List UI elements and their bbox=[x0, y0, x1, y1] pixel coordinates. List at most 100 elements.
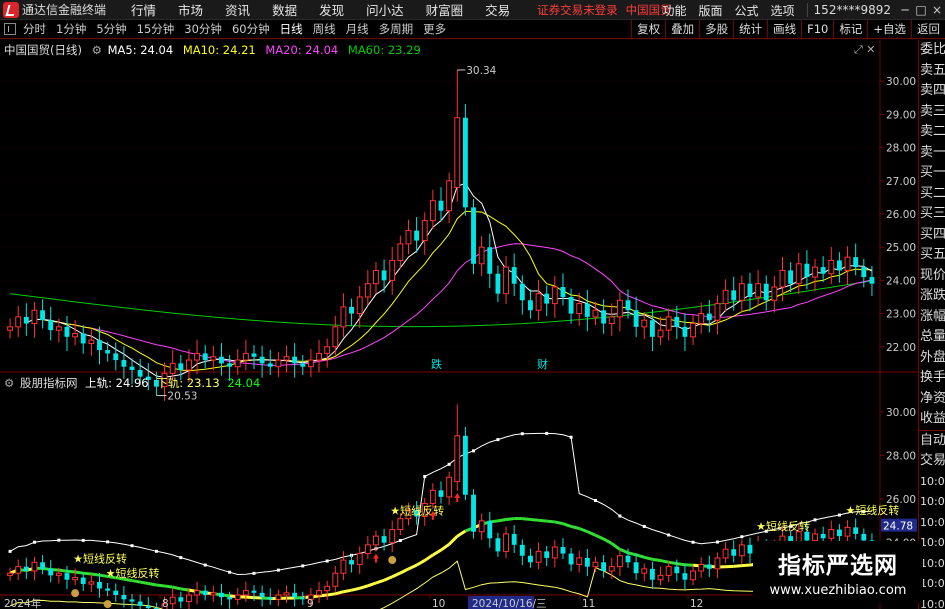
upper-band-dot bbox=[593, 498, 597, 502]
tool-button-6[interactable]: 标记 bbox=[833, 20, 867, 39]
tool-button-4[interactable]: 画线 bbox=[767, 20, 801, 39]
main-candle bbox=[535, 293, 542, 311]
mid-band-segment bbox=[148, 582, 157, 587]
upper-band-dot bbox=[740, 535, 744, 539]
ind-candle bbox=[568, 553, 574, 565]
main-candle bbox=[641, 319, 648, 328]
trade-item-2: 10:04 bbox=[920, 474, 945, 488]
upper-band-dot bbox=[520, 432, 524, 436]
ind-candle bbox=[551, 546, 558, 559]
menu-data[interactable]: 数据 bbox=[261, 0, 308, 19]
period-tab-7[interactable]: 周线 bbox=[308, 22, 341, 36]
mid-band-segment bbox=[586, 530, 597, 537]
tool-button-3[interactable]: 统计 bbox=[733, 20, 767, 39]
upper-band-dot bbox=[618, 514, 622, 518]
mid-band-segment bbox=[383, 575, 393, 582]
main-candle bbox=[446, 180, 453, 212]
quote-item-5: 卖一 bbox=[920, 144, 945, 160]
minimize-icon[interactable]: ─ bbox=[897, 3, 913, 17]
menu-wealth[interactable]: 财富圈 bbox=[415, 0, 475, 19]
user-account[interactable]: 152****9892 bbox=[814, 3, 891, 17]
chart-area[interactable]: 30.00 29.00 28.00 27.00 26.00 25.00 24.00 23.00… bbox=[0, 40, 918, 609]
kline-svg[interactable]: 30.00 29.00 28.00 27.00 26.00 25.00 24.00 23.00… bbox=[0, 40, 918, 609]
main-candle bbox=[608, 316, 615, 325]
chart-tools: 复权 叠加 多股 统计 画线 F10 标记 +自选 返回 bbox=[631, 20, 945, 39]
period-tab-9[interactable]: 多周期 bbox=[374, 22, 419, 36]
maximize-icon[interactable]: □ bbox=[913, 3, 929, 17]
ind-candle bbox=[373, 535, 379, 546]
upper-band-label: 上轨: 24.96 bbox=[85, 376, 149, 390]
ind-candle bbox=[292, 592, 298, 598]
period-tab-2[interactable]: 5分钟 bbox=[91, 22, 131, 36]
panel-controls[interactable]: ⤢ ✕ bbox=[854, 43, 876, 57]
period-toolbar: 分时 1分钟 5分钟 15分钟 30分钟 60分钟 日线 周线 月线 多周期 更多 复权 叠加 多股 统计… bbox=[0, 20, 945, 39]
ind-candle bbox=[259, 592, 265, 598]
mid-band-segment bbox=[131, 579, 141, 584]
indicator-gear-icon[interactable]: ⚙ bbox=[4, 376, 14, 390]
main-candle bbox=[421, 220, 428, 242]
period-tab-4[interactable]: 30分钟 bbox=[179, 22, 227, 36]
menu-options[interactable]: 选项 bbox=[765, 2, 801, 19]
period-tab-0[interactable]: 分时 bbox=[18, 22, 51, 36]
period-tab-3[interactable]: 15分钟 bbox=[132, 22, 180, 36]
period-tab-6[interactable]: 日线 bbox=[275, 22, 308, 36]
close-icon[interactable]: × bbox=[929, 3, 945, 17]
settings-gear-icon[interactable]: ⚙ bbox=[92, 43, 102, 57]
main-candle bbox=[48, 320, 54, 331]
menu-trade[interactable]: 交易 bbox=[474, 0, 521, 19]
ind-candle bbox=[674, 566, 680, 574]
menu-quotes[interactable]: 行情 bbox=[120, 0, 167, 19]
menu-market[interactable]: 市场 bbox=[167, 0, 214, 19]
y-tick-label: 22.00 bbox=[886, 342, 916, 354]
ind-candle bbox=[560, 547, 566, 554]
ind-candle bbox=[446, 476, 453, 498]
ind-candle bbox=[608, 566, 615, 572]
menu-layout[interactable]: 版面 bbox=[693, 2, 729, 19]
main-candle bbox=[454, 117, 461, 188]
main-candle bbox=[601, 310, 607, 324]
tool-button-1[interactable]: 叠加 bbox=[665, 20, 699, 39]
period-tab-10[interactable]: 更多 bbox=[418, 22, 451, 36]
menu-discover[interactable]: 发现 bbox=[308, 0, 355, 19]
ind-candle bbox=[576, 557, 583, 565]
tool-button-7[interactable]: +自选 bbox=[867, 20, 911, 39]
login-notice[interactable]: 证券交易未登录 bbox=[537, 2, 618, 18]
ind-candle bbox=[722, 548, 729, 559]
period-tab-8[interactable]: 月线 bbox=[341, 22, 374, 36]
period-tab-1[interactable]: 1分钟 bbox=[51, 22, 91, 36]
ind-candle bbox=[828, 529, 835, 539]
ind-candle bbox=[625, 555, 631, 563]
main-candle bbox=[462, 117, 468, 208]
quote-item-14: 总量 bbox=[920, 329, 945, 344]
ind-candle bbox=[210, 592, 217, 596]
menu-formula[interactable]: 公式 bbox=[729, 2, 765, 19]
ind-candle bbox=[202, 590, 208, 595]
main-candle bbox=[113, 353, 119, 361]
menu-function[interactable]: 功能 bbox=[656, 2, 692, 19]
mid-band-segment bbox=[497, 518, 507, 523]
ind-candle bbox=[219, 592, 224, 598]
tool-button-0[interactable]: 复权 bbox=[631, 20, 665, 39]
tool-button-5[interactable]: F10 bbox=[801, 20, 833, 39]
menu-news[interactable]: 资讯 bbox=[214, 0, 261, 19]
mid-band-segment bbox=[619, 548, 629, 555]
current-value-label: 24.78 bbox=[883, 521, 913, 533]
chart-toggle-icon[interactable] bbox=[4, 23, 16, 35]
main-candle bbox=[15, 316, 22, 328]
main-candle bbox=[438, 200, 444, 211]
upper-band-dot bbox=[496, 438, 500, 442]
ind-candle bbox=[478, 520, 485, 533]
tool-button-8[interactable]: 返回 bbox=[911, 20, 945, 39]
period-tab-5[interactable]: 60分钟 bbox=[227, 22, 275, 36]
title-bar: 通达信金融终端 行情 市场 资讯 数据 发现 问小达 财富圈 交易 证券交易未登… bbox=[0, 0, 945, 20]
watermark-title: 指标严选网 bbox=[778, 553, 898, 579]
mid-band-segment bbox=[139, 580, 149, 585]
menu-ask[interactable]: 问小达 bbox=[355, 0, 415, 19]
main-candle bbox=[714, 303, 721, 321]
tool-button-2[interactable]: 多股 bbox=[699, 20, 733, 39]
main-candle bbox=[389, 259, 396, 281]
up-arrow-icon bbox=[454, 492, 461, 502]
main-candle bbox=[88, 339, 95, 344]
ind-candle bbox=[690, 570, 696, 581]
main-candle bbox=[267, 363, 273, 367]
